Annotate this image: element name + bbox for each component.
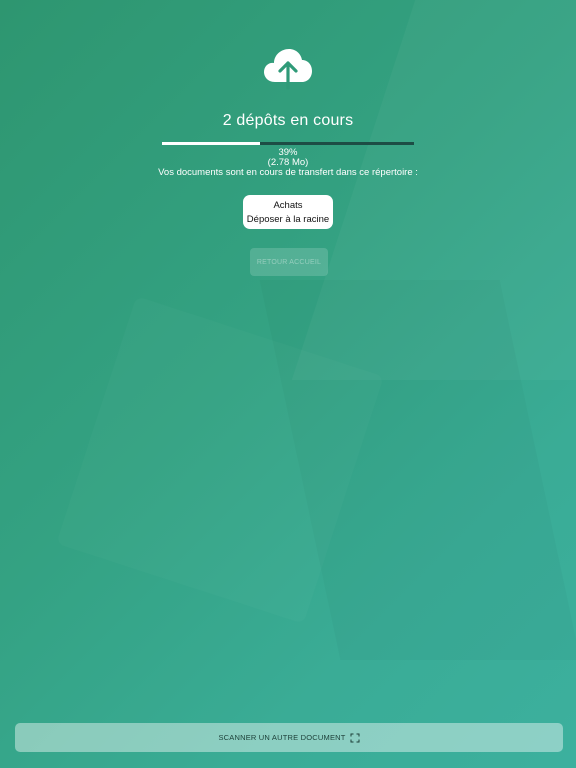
- background-shape: [56, 296, 384, 624]
- folder-name: Achats: [273, 200, 303, 211]
- folder-action-label: Déposer à la racine: [246, 214, 330, 225]
- back-home-button[interactable]: RETOUR ACCUEIL: [250, 248, 328, 276]
- scan-button-label: SCANNER UN AUTRE DOCUMENT: [218, 733, 346, 742]
- scan-frame-icon: [350, 733, 360, 743]
- cloud-upload-icon: [262, 46, 314, 90]
- background-shape: [292, 0, 576, 380]
- background-shape: [260, 280, 576, 660]
- upload-progress-bar: [162, 142, 414, 145]
- destination-text: Vos documents sont en cours de transfert…: [158, 167, 418, 178]
- upload-title: 2 dépôts en cours: [222, 112, 354, 129]
- upload-progress-fill: [162, 142, 261, 145]
- scan-another-document-button[interactable]: SCANNER UN AUTRE DOCUMENT: [15, 723, 563, 752]
- destination-folder-card[interactable]: Achats Déposer à la racine: [243, 195, 333, 229]
